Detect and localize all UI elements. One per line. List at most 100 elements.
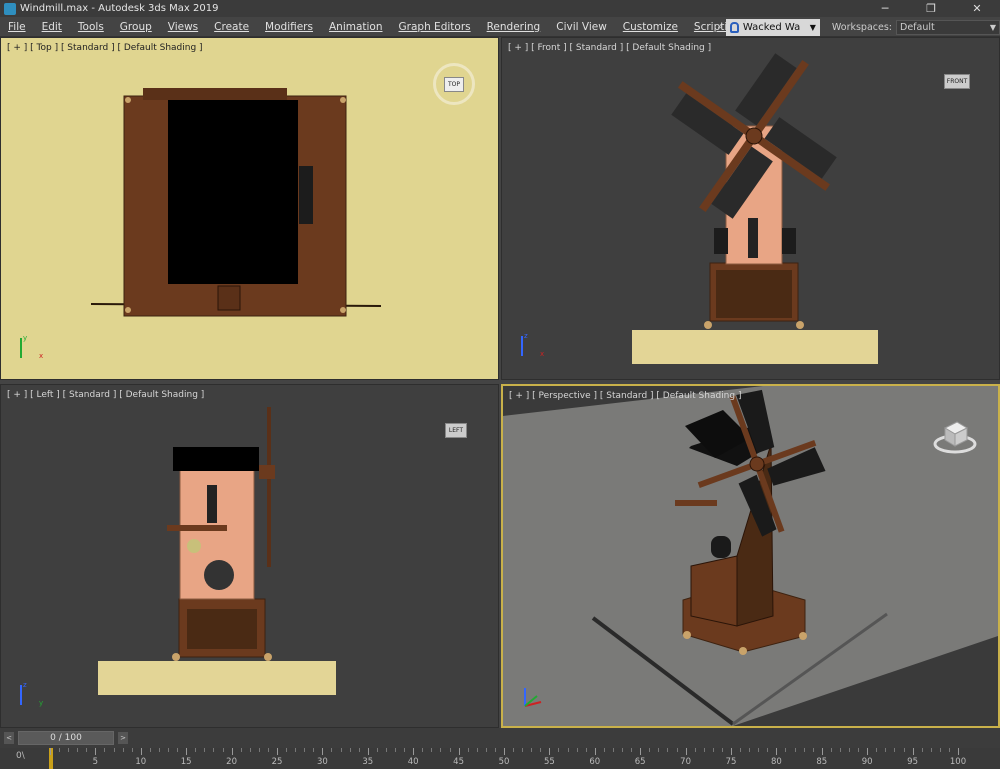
roof-edge-top <box>143 88 287 100</box>
axis-x-label: x <box>39 352 43 360</box>
track-tick-label: 65 <box>634 757 646 767</box>
menu-expand-icon[interactable]: » <box>714 22 726 32</box>
track-tick <box>767 748 769 752</box>
viewcube-top[interactable]: TOP <box>433 63 475 105</box>
track-tick <box>50 748 51 755</box>
track-tick <box>476 748 478 752</box>
track-tick <box>894 748 896 752</box>
maximize-button[interactable]: ❐ <box>908 0 954 17</box>
track-tick <box>522 748 524 752</box>
axis-tripod-icon <box>524 688 542 707</box>
viewport-left[interactable]: [ + ] [ Left ] [ Standard ] [ Default Sh… <box>0 384 499 728</box>
menu-group[interactable]: Group <box>112 21 160 33</box>
viewcube-front[interactable]: FRONT <box>938 68 976 94</box>
close-button[interactable]: ✕ <box>954 0 1000 17</box>
track-tick-label: 60 <box>589 757 601 767</box>
track-tick <box>567 748 569 752</box>
viewport-front-label[interactable]: [ + ] [ Front ] [ Standard ] [ Default S… <box>508 43 711 53</box>
porthole-left <box>204 560 234 590</box>
track-tick-label: 95 <box>907 757 919 767</box>
viewcube-face-label: FRONT <box>943 73 971 89</box>
track-tick <box>830 748 832 752</box>
viewport-left-label[interactable]: [ + ] [ Left ] [ Standard ] [ Default Sh… <box>7 390 204 400</box>
viewcube-perspective[interactable] <box>933 414 977 454</box>
track-tick-label: 100 <box>949 757 967 767</box>
menu-create[interactable]: Create <box>206 21 257 33</box>
base-plate-left <box>98 661 336 695</box>
menu-customize[interactable]: Customize <box>615 21 686 33</box>
menu-civil-view[interactable]: Civil View <box>548 21 615 33</box>
track-tick <box>758 748 760 752</box>
track-tick-label: 30 <box>316 757 328 767</box>
viewport-front[interactable]: [ + ] [ Front ] [ Standard ] [ Default S… <box>501 37 1000 380</box>
time-slider[interactable]: 0 / 100 <box>18 731 114 745</box>
hub-top <box>299 166 313 224</box>
track-tick <box>803 748 805 752</box>
track-tick <box>95 748 97 755</box>
menu-graph-editors[interactable]: Graph Editors <box>391 21 479 33</box>
title-bar: Windmill.max - Autodesk 3ds Max 2019 ─ ❐… <box>0 0 1000 17</box>
track-tick <box>885 748 887 752</box>
sail-mast-left <box>267 407 271 567</box>
track-tick <box>958 748 959 755</box>
track-tick <box>640 748 642 755</box>
track-tick <box>785 748 787 752</box>
viewcube-left[interactable]: LEFT <box>437 417 475 443</box>
workspaces-label: Workspaces: <box>831 21 892 33</box>
track-bar[interactable]: 0\ 5 10 15 20 25 30 35 40 45 50 55 60 65 70 75 80 85 90 95… <box>0 748 1000 769</box>
track-tick <box>122 748 124 752</box>
track-tick <box>86 748 88 752</box>
viewport-top[interactable]: [ + ] [ Top ] [ Standard ] [ Default Sha… <box>0 37 499 380</box>
bolt <box>172 653 180 661</box>
track-tick <box>585 748 587 752</box>
viewcube-face-label: TOP <box>443 76 464 92</box>
track-tick-label: 15 <box>180 757 192 767</box>
track-tick <box>540 748 542 752</box>
menu-rendering[interactable]: Rendering <box>479 21 549 33</box>
axis-y-label: y <box>39 699 43 707</box>
menu-animation[interactable]: Animation <box>321 21 391 33</box>
track-tick <box>912 748 914 755</box>
track-tick-label: 70 <box>680 757 692 767</box>
top-view-scene <box>90 88 382 317</box>
track-tick <box>467 748 469 752</box>
user-account-dropdown[interactable]: Wacked Wa ▼ <box>725 18 820 36</box>
time-prev-button[interactable]: < <box>4 732 14 744</box>
workspace-select[interactable]: Default ▼ <box>896 19 1000 35</box>
perspective-view-scene <box>503 386 998 726</box>
gear-cage-left <box>187 609 257 649</box>
track-tick <box>612 748 614 752</box>
user-name: Wacked Wa <box>742 21 801 33</box>
minimize-button[interactable]: ─ <box>862 0 908 17</box>
track-tick <box>395 748 397 752</box>
roof-top <box>168 100 298 284</box>
track-tick <box>158 748 160 752</box>
track-tick <box>59 748 61 752</box>
track-tick <box>603 748 605 752</box>
track-tick <box>740 748 742 752</box>
track-tick <box>494 748 496 752</box>
user-icon <box>729 21 739 33</box>
menu-views[interactable]: Views <box>160 21 206 33</box>
track-tick-label: 80 <box>770 757 782 767</box>
menu-bar: File Edit Tools Group Views Create Modif… <box>0 17 1000 37</box>
track-tick <box>404 748 406 752</box>
viewport-perspective[interactable]: [ + ] [ Perspective ] [ Standard ] [ Def… <box>501 384 1000 728</box>
menu-file[interactable]: File <box>0 21 34 33</box>
hub-left-view <box>259 465 275 479</box>
app-logo-icon <box>4 2 16 15</box>
menu-edit[interactable]: Edit <box>34 21 70 33</box>
track-tick <box>340 748 342 752</box>
track-tick <box>622 748 624 752</box>
viewport-top-label[interactable]: [ + ] [ Top ] [ Standard ] [ Default Sha… <box>7 43 203 53</box>
viewport-perspective-label[interactable]: [ + ] [ Perspective ] [ Standard ] [ Def… <box>509 391 741 401</box>
time-next-button[interactable]: > <box>118 732 128 744</box>
track-start-label: 0\ <box>16 751 25 761</box>
bolt <box>683 631 691 639</box>
track-tick <box>549 748 551 755</box>
track-tick-label: 85 <box>816 757 828 767</box>
menu-modifiers[interactable]: Modifiers <box>257 21 321 33</box>
viewcube-face-label: LEFT <box>444 422 468 438</box>
menu-tools[interactable]: Tools <box>70 21 112 33</box>
track-tick <box>68 748 70 752</box>
